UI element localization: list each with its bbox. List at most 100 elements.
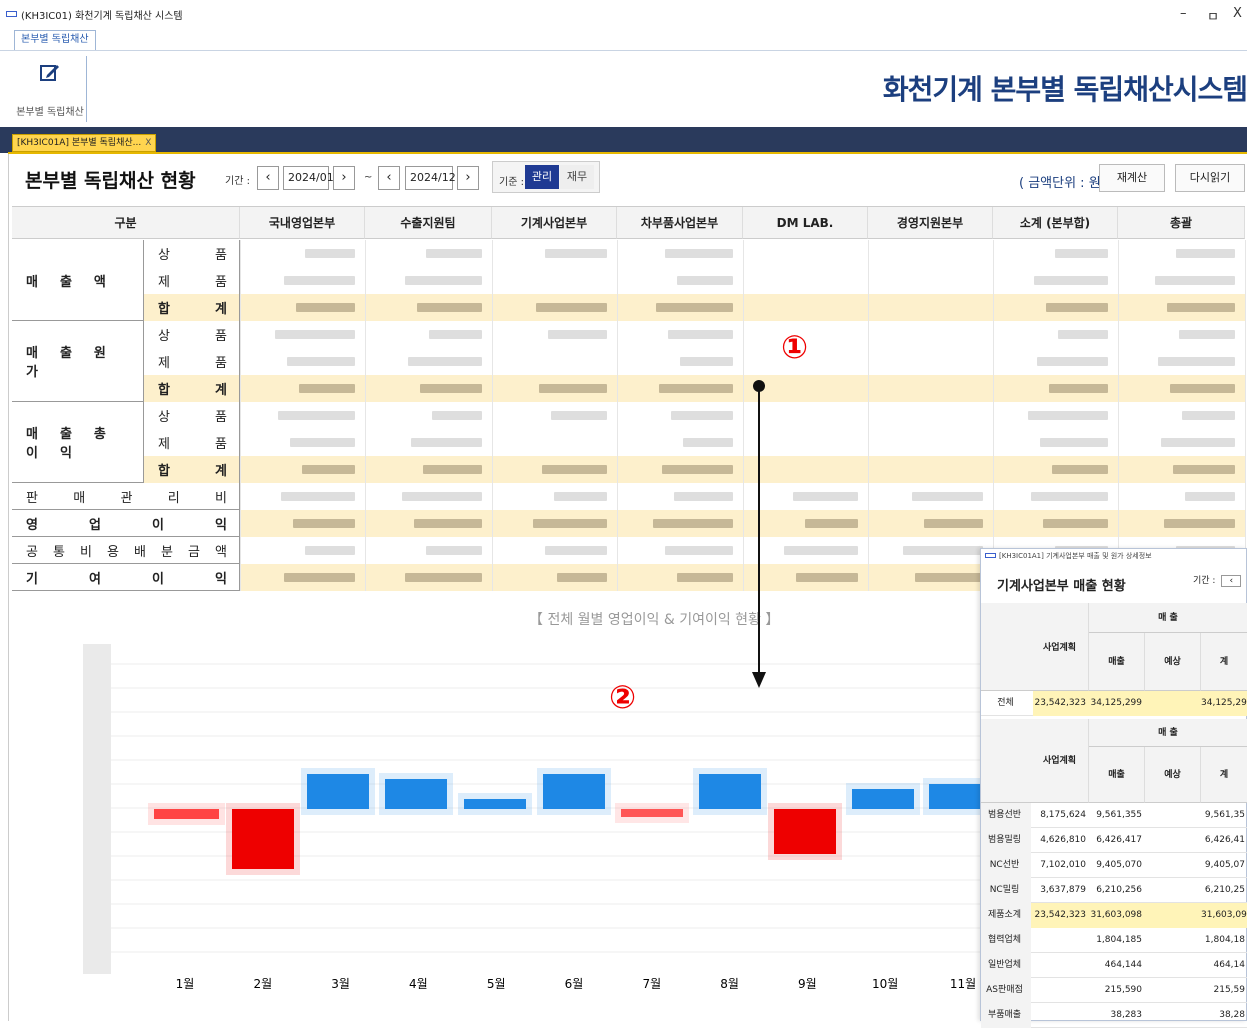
masked-value [671, 411, 733, 420]
grid-line [868, 348, 869, 375]
grid-line [868, 510, 869, 537]
table-row[interactable]: 제품 [12, 267, 1246, 294]
popup-detail-row[interactable]: 협력업체 1,804,185 1,804,18 [981, 928, 1247, 953]
popup-detail-row[interactable]: 부품매출 38,283 38,28 [981, 1003, 1247, 1028]
table-row[interactable]: 영업이익 [12, 510, 1246, 537]
masked-value [1049, 384, 1108, 393]
popup-period-prev-button[interactable]: ‹ [1221, 575, 1242, 587]
popup-cell-sales: 1,804,185 [1096, 935, 1142, 945]
table-row[interactable]: 합계 [12, 294, 1246, 321]
grid-line [617, 402, 618, 429]
col-header-total[interactable]: 총괄 [1118, 207, 1245, 239]
popup-detail-row[interactable]: NC밀링 3,637,879 6,210,256 6,210,25 [981, 878, 1247, 903]
col-header-domestic[interactable]: 국내영업본부 [240, 207, 365, 239]
popup-cell-label: 부품매출 [981, 1003, 1031, 1028]
period-from-field[interactable]: 2024/01 [283, 166, 334, 190]
period-to-prev-button[interactable]: ‹ [378, 166, 400, 190]
masked-value [677, 276, 733, 285]
table-row[interactable]: 상 품 매출액 [12, 240, 1246, 321]
ribbon-tab[interactable]: 본부별 독립채산 [14, 30, 96, 50]
close-window-button[interactable]: X [1233, 6, 1242, 21]
period-to-next-button[interactable]: › [457, 166, 479, 190]
popup-detail-row[interactable]: 제품소계 23,542,323 31,603,098 31,603,09 [981, 903, 1247, 928]
chart-bar [774, 809, 836, 854]
popup-cell-sum: 9,405,07 [1204, 860, 1245, 870]
table-row[interactable]: 상 품 매출총이익 [12, 402, 1246, 483]
masked-value [1179, 330, 1235, 339]
basis-option-finance[interactable]: 재무 [560, 165, 594, 189]
amount-unit-label: ( 금액단위 : 원 ) [1019, 176, 1110, 191]
masked-value [1028, 411, 1108, 420]
x-tick-label: 9월 [798, 977, 817, 991]
masked-value [680, 357, 733, 366]
grid-line [240, 348, 241, 375]
col-header-export[interactable]: 수출지원팀 [365, 207, 492, 239]
col-header-auto-parts[interactable]: 차부품사업본부 [617, 207, 743, 239]
popup-total-row[interactable]: 전체 23,542,323 34,125,299 34,125,29 [981, 691, 1247, 716]
grid-line [365, 267, 366, 294]
row-label-char: 판 [26, 490, 38, 506]
row-label-char: 매 [73, 490, 86, 506]
basis-option-management[interactable]: 관리 [525, 165, 559, 189]
x-tick-label: 10월 [872, 977, 898, 991]
popup-detail-row[interactable]: 범용선반 8,175,624 9,561,355 9,561,35 [981, 803, 1247, 828]
masked-value [1158, 357, 1235, 366]
close-tab-icon[interactable]: X [145, 138, 151, 148]
grid-line [1118, 510, 1119, 537]
popup-detail-row[interactable]: AS판매점 215,590 215,59 [981, 978, 1247, 1003]
grid-line [240, 456, 241, 483]
masked-value [284, 573, 355, 582]
table-row[interactable]: 상 품 매출원가 [12, 321, 1246, 402]
grid-line [993, 267, 994, 294]
document-tab[interactable]: [KH3IC01A] 본부별 독립채산... X [12, 134, 157, 152]
period-from-next-button[interactable]: › [333, 166, 355, 190]
popup-detail-row[interactable]: 일반업체 464,144 464,14 [981, 953, 1247, 978]
minimize-button[interactable]: – [1180, 6, 1187, 21]
popup-detail-header-sum: 계 [1201, 747, 1247, 803]
maximize-button[interactable]: ㅁ [1207, 6, 1219, 25]
annotation-arrow [752, 380, 766, 688]
row-label: 영업이익 [12, 510, 240, 537]
masked-value [1185, 492, 1235, 501]
document-tab-label: [KH3IC01A] 본부별 독립채산... [17, 138, 142, 148]
table-row[interactable]: 합계 [12, 456, 1246, 483]
grid-line [868, 294, 869, 321]
col-header-dm-lab[interactable]: DM LAB. [743, 207, 868, 239]
table-row[interactable]: 제품 [12, 429, 1246, 456]
grid-line [492, 240, 493, 267]
x-tick-label: 4월 [409, 977, 428, 991]
popup-cell-sum: 6,426,41 [1204, 835, 1245, 845]
popup-detail-row[interactable]: 범용밀링 4,626,810 6,426,417 6,426,41 [981, 828, 1247, 853]
popup-cell-plan [1031, 953, 1089, 978]
col-header-management[interactable]: 경영지원본부 [868, 207, 993, 239]
reload-button[interactable]: 다시읽기 [1175, 164, 1245, 192]
popup-cell-label: 제품소계 [981, 903, 1031, 928]
ribbon-button-independent-accounting[interactable]: 본부별 독립채산 [14, 62, 86, 122]
col-header-category[interactable]: 구분 [12, 207, 240, 239]
period-from-prev-button[interactable]: ‹ [257, 166, 279, 190]
table-row[interactable]: 판매관리비 [12, 483, 1246, 510]
grid-line [617, 564, 618, 591]
popup-cell-label: NC밀링 [981, 878, 1031, 903]
row-label-char: 익 [215, 517, 227, 533]
x-tick-label: 11월 [950, 977, 976, 991]
table-row[interactable]: 합계 [12, 375, 1246, 402]
popup-header-sales: 매출 [1089, 633, 1145, 691]
recalculate-button[interactable]: 재계산 [1099, 164, 1165, 192]
row-sublabel-char: 품 [215, 248, 227, 263]
row-sublabel-char: 합 [158, 302, 170, 317]
row-sublabel-char: 합 [158, 464, 170, 479]
grid-line [743, 240, 744, 267]
table-row[interactable]: 제품 [12, 348, 1246, 375]
popup-detail-row[interactable]: NC선반 7,102,010 9,405,070 9,405,07 [981, 853, 1247, 878]
masked-value [1164, 519, 1235, 528]
row-label-char: 이 [152, 571, 164, 587]
grid-line [1245, 456, 1246, 483]
period-to-field[interactable]: 2024/12 [405, 166, 456, 190]
col-header-subtotal[interactable]: 소계 (본부합) [993, 207, 1118, 239]
grid-line [868, 402, 869, 429]
grid-line [492, 483, 493, 510]
popup-titlebar-text: [KH3IC01A1] 기계사업본부 매출 및 원가 상세정보 [999, 552, 1152, 560]
grid-line [240, 537, 241, 564]
col-header-machine[interactable]: 기계사업본부 [492, 207, 617, 239]
